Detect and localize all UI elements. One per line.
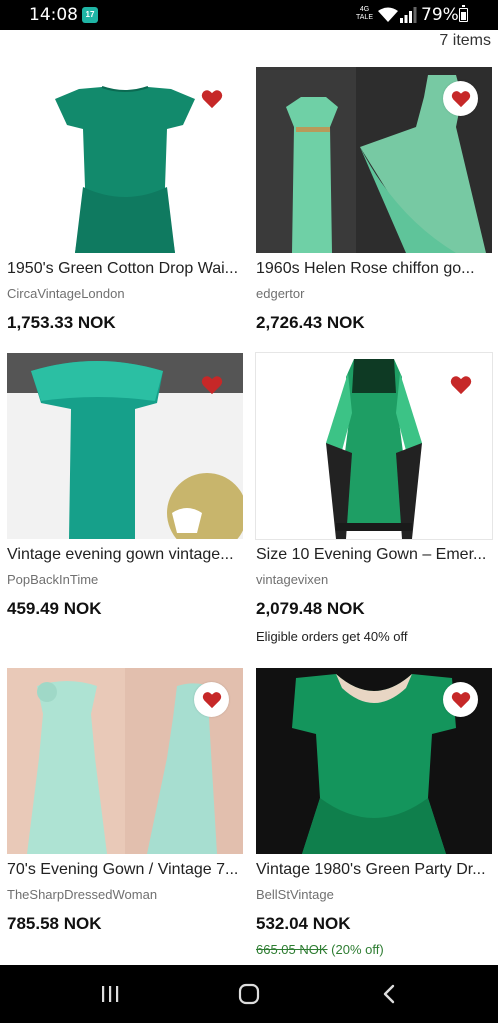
network-type: 4G [359,6,370,13]
system-nav-bar [0,965,498,1023]
product-title[interactable]: 1960s Helen Rose chiffon go... [256,260,492,279]
home-button[interactable] [234,980,264,1008]
product-image[interactable] [7,67,243,253]
result-count: 7 items [439,32,491,49]
product-price: 1,753.33 NOK [7,313,116,332]
favorite-button[interactable] [443,81,478,116]
calendar-notification-icon: 17 [82,7,98,23]
product-image[interactable] [256,67,492,253]
promo-text: Eligible orders get 40% off [256,629,408,644]
back-icon [383,984,395,1004]
seller-name: edgertor [256,286,305,301]
product-image[interactable] [7,353,243,539]
heart-icon [201,375,222,394]
status-time: 14:08 [29,5,78,25]
product-price: 785.58 NOK [7,914,102,933]
discount-info: 665.05 NOK (20% off) [256,942,492,957]
product-card[interactable]: Size 10 Evening Gown – Emer... vintagevi… [255,352,493,644]
heart-icon [202,691,221,708]
original-price: 665.05 NOK [256,942,328,957]
product-title[interactable]: Vintage 1980's Green Party Dr... [256,861,492,880]
seller-name: TheSharpDressedWoman [7,887,158,902]
seller-name: vintagevixen [256,572,329,587]
product-price: 2,726.43 NOK [256,313,365,332]
product-image[interactable] [7,668,243,854]
product-card[interactable]: 1950's Green Cotton Drop Wai... CircaVin… [7,67,243,333]
status-bar: 14:08 17 4G TALE 79% [0,0,498,30]
battery-icon [459,5,468,22]
product-card[interactable]: 1960s Helen Rose chiffon go... edgertor … [256,67,492,333]
signal-icon [400,7,417,23]
network-sub: TALE [356,14,373,21]
network-type-indicator: 4G TALE [356,6,373,22]
heart-icon [201,89,222,108]
heart-icon [450,375,471,394]
favorite-button[interactable] [194,81,229,116]
battery-level: 79% [421,5,459,25]
product-title[interactable]: Vintage evening gown vintage... [7,546,243,565]
product-price: 2,079.48 NOK [256,599,365,618]
product-card[interactable]: Vintage evening gown vintage... PopBackI… [7,353,243,619]
seller-name: BellStVintage [256,887,334,902]
product-price: 532.04 NOK [256,914,351,933]
favorite-button[interactable] [194,367,229,402]
recent-apps-button[interactable] [95,980,125,1008]
seller-name: PopBackInTime [7,572,99,587]
product-price: 459.49 NOK [7,599,102,618]
discount-percent: (20% off) [331,942,384,957]
heart-icon [451,691,470,708]
recent-apps-icon [102,986,119,1002]
favorite-button[interactable] [194,682,229,717]
product-image[interactable] [255,352,493,540]
back-button[interactable] [374,980,404,1008]
favorite-button[interactable] [443,367,478,402]
seller-name: CircaVintageLondon [7,286,125,301]
product-title[interactable]: 1950's Green Cotton Drop Wai... [7,260,243,279]
product-image[interactable] [256,668,492,854]
wifi-icon [378,7,398,22]
product-card[interactable]: 70's Evening Gown / Vintage 7... TheShar… [7,668,243,934]
favorite-button[interactable] [443,682,478,717]
product-title[interactable]: Size 10 Evening Gown – Emer... [256,546,492,565]
product-card[interactable]: Vintage 1980's Green Party Dr... BellStV… [256,668,492,957]
home-icon [238,983,260,1005]
product-title[interactable]: 70's Evening Gown / Vintage 7... [7,861,243,880]
heart-icon [451,90,470,107]
